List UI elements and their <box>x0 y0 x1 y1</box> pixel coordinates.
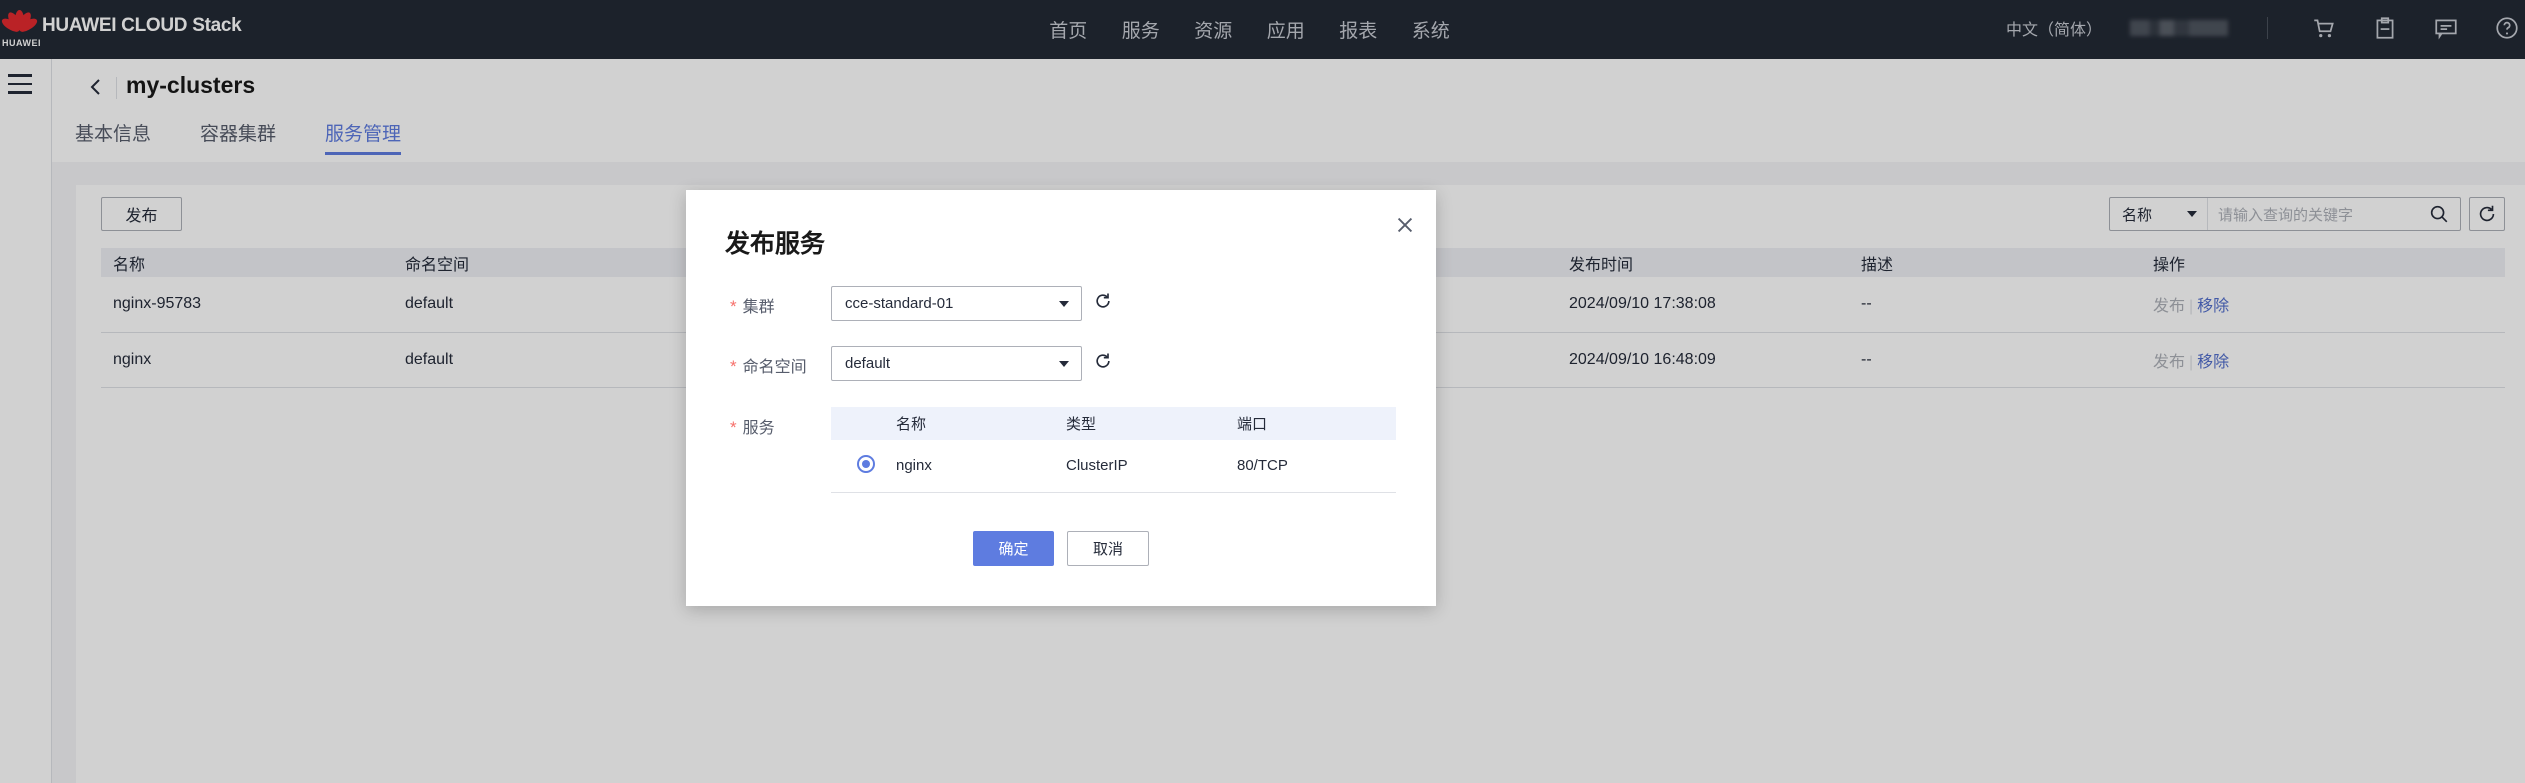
namespace-select[interactable]: default <box>831 346 1082 381</box>
chevron-down-icon <box>1059 361 1069 367</box>
required-mark: * <box>730 297 737 316</box>
cell-type: ClusterIP <box>1066 440 1237 493</box>
col-header-name: 名称 <box>896 407 1066 440</box>
service-select-table: 名称 类型 端口 nginx ClusterIP 80/TCP <box>831 407 1396 493</box>
col-header-type: 类型 <box>1066 407 1237 440</box>
refresh-icon[interactable] <box>1093 351 1113 371</box>
table-row[interactable]: nginx ClusterIP 80/TCP <box>831 440 1396 493</box>
cluster-select[interactable]: cce-standard-01 <box>831 286 1082 321</box>
cluster-label: * 集群 <box>730 297 775 316</box>
col-header-port: 端口 <box>1237 407 1396 440</box>
close-icon[interactable] <box>1394 214 1416 236</box>
refresh-icon[interactable] <box>1093 291 1113 311</box>
namespace-select-value: default <box>845 355 891 372</box>
required-mark: * <box>730 418 737 437</box>
service-radio-selected[interactable] <box>857 454 875 473</box>
dialog-title: 发布服务 <box>725 230 826 258</box>
required-mark: * <box>730 357 737 376</box>
publish-service-dialog: 发布服务 * 集群 cce-standard-01 * 命名空间 default *… <box>686 190 1436 606</box>
chevron-down-icon <box>1059 301 1069 307</box>
confirm-button[interactable]: 确定 <box>973 531 1054 566</box>
cell-port: 80/TCP <box>1237 440 1396 493</box>
cluster-select-value: cce-standard-01 <box>845 295 954 312</box>
namespace-label: * 命名空间 <box>730 357 807 376</box>
service-label: * 服务 <box>730 418 775 437</box>
table-header-row: 名称 类型 端口 <box>831 407 1396 440</box>
cell-name: nginx <box>896 440 1066 493</box>
cancel-button[interactable]: 取消 <box>1067 531 1149 566</box>
